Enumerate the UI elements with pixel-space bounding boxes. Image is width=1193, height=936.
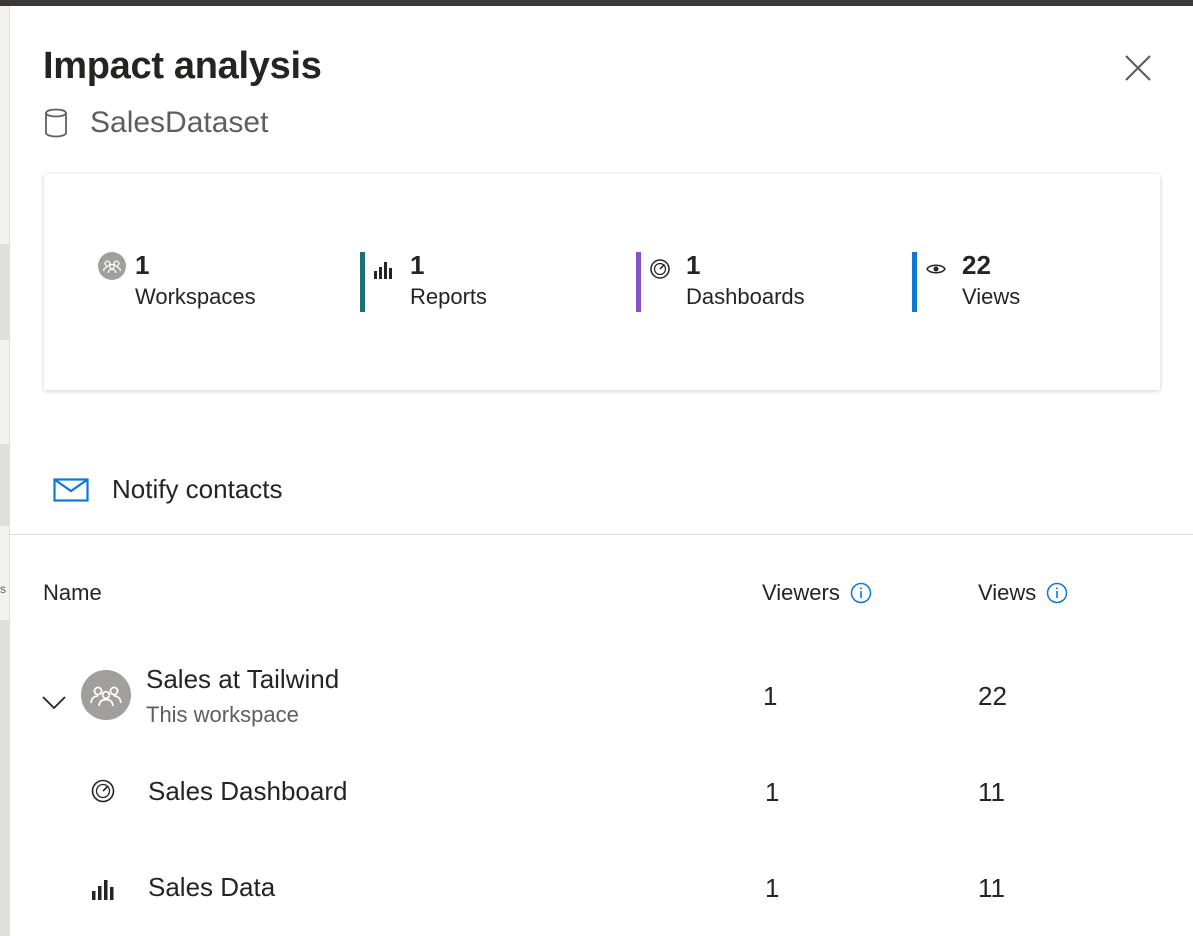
dashboards-accent-bar [636,252,641,312]
background-page-edge: s [0,6,10,936]
views-label: Views [962,284,1021,309]
background-block [0,244,9,340]
workspaces-count: 1 [135,250,150,280]
views-accent-bar [912,252,917,312]
column-header-name[interactable]: Name [43,580,102,606]
bar-chart-icon [374,262,392,279]
dashboards-label: Dashboards [686,284,805,309]
close-icon[interactable] [1120,50,1156,86]
dashboard-gauge-icon [650,259,670,279]
item-row-viewers: 1 [765,873,780,903]
impact-analysis-panel: Impact analysis SalesDataset 1 Workspace… [10,6,1193,936]
bar-chart-icon [92,880,114,900]
reports-count: 1 [410,250,425,280]
column-header-name-label: Name [43,580,102,605]
item-row-views: 11 [978,777,1005,807]
workspace-row-subtitle: This workspace [146,702,299,727]
panel-title: Impact analysis [43,45,322,87]
reports-accent-bar [360,252,365,312]
summary-views: 22 Views [912,250,1112,312]
summary-reports: 1 Reports [360,250,580,312]
database-icon [45,108,67,138]
workspace-row-views: 22 [978,681,1007,711]
dataset-name: SalesDataset [90,106,269,139]
info-icon[interactable] [1046,582,1068,604]
dashboards-count: 1 [686,250,701,280]
mail-icon [53,477,89,502]
summary-workspaces: 1 Workspaces [98,250,298,312]
item-row-views: 11 [978,873,1005,903]
workspace-icon [98,252,126,280]
notify-contacts-label: Notify contacts [112,474,283,504]
dataset-header: SalesDataset [43,106,268,140]
dashboard-gauge-icon [91,779,115,803]
column-header-views-label: Views [978,580,1037,605]
column-header-views[interactable]: Views [978,580,1068,606]
impact-summary-card: 1 Workspaces 1 Reports 1 Dashboards 22 V… [44,174,1160,390]
column-header-viewers[interactable]: Viewers [762,580,872,606]
background-block [0,444,9,526]
item-row-viewers: 1 [765,777,780,807]
background-text-fragment: s [0,582,6,596]
workspace-row-name[interactable]: Sales at Tailwind [146,664,339,695]
item-row-name[interactable]: Sales Data [148,872,275,903]
background-block [0,620,9,936]
workspaces-label: Workspaces [135,284,256,309]
chevron-down-icon[interactable] [41,689,67,715]
notify-contacts-button[interactable]: Notify contacts [53,474,283,505]
workspace-row-viewers: 1 [763,681,778,711]
column-header-viewers-label: Viewers [762,580,840,605]
eye-icon [926,264,946,274]
item-row-name[interactable]: Sales Dashboard [148,776,347,807]
reports-label: Reports [410,284,488,309]
info-icon[interactable] [850,582,872,604]
section-divider [10,534,1193,535]
workspace-icon [81,670,131,720]
views-count: 22 [962,250,991,280]
summary-dashboards: 1 Dashboards [636,250,856,312]
